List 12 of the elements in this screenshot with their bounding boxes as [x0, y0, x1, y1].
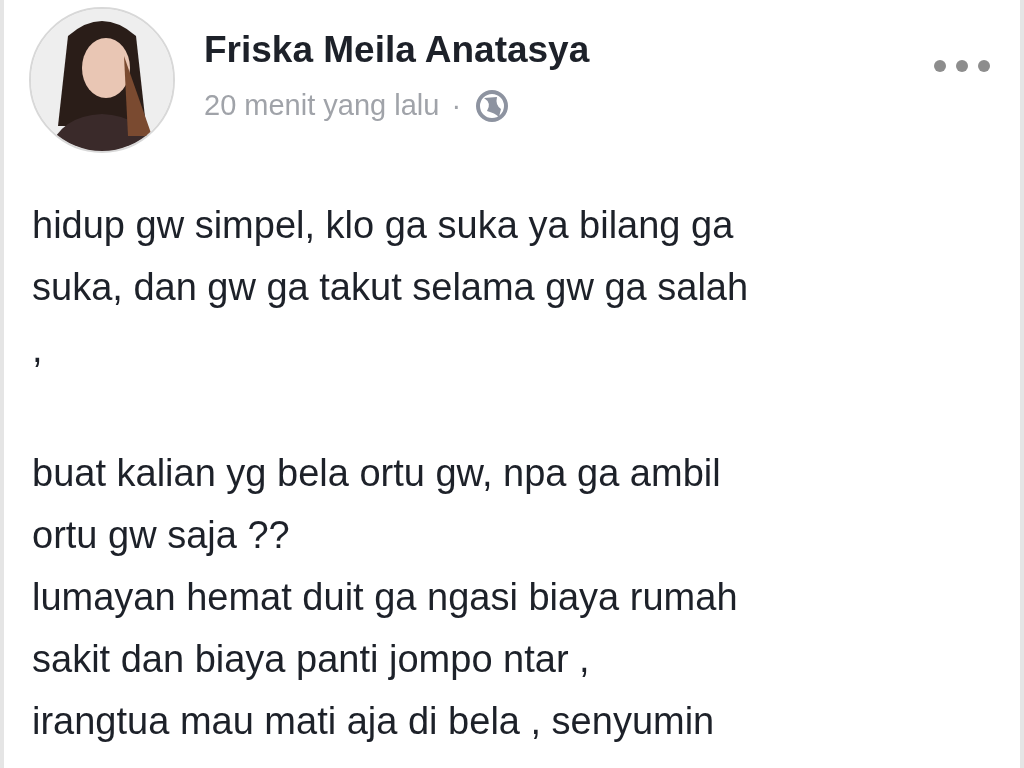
- post-text-line: buat kalian yg bela ortu gw, npa ga ambil: [32, 451, 722, 496]
- more-options-icon[interactable]: [932, 58, 992, 74]
- author-name[interactable]: Friska Meila Anatasya: [204, 28, 590, 72]
- post-text-line: suka, dan gw ga takut selama gw ga salah: [32, 265, 750, 310]
- post-text-line: lumayan hemat duit ga ngasi biaya rumah: [32, 575, 739, 620]
- post-text-line: ,: [32, 327, 44, 372]
- globe-icon: [475, 88, 510, 123]
- separator: ·: [451, 88, 462, 123]
- post-text-line: hidup gw simpel, klo ga suka ya bilang ga: [32, 203, 735, 248]
- post-text-line: ortu gw saja ??: [32, 513, 291, 558]
- post-text-line: irangtua mau mati aja di bela , senyumin: [32, 699, 716, 744]
- post-text-line: sakit dan biaya panti jompo ntar ,: [32, 637, 591, 682]
